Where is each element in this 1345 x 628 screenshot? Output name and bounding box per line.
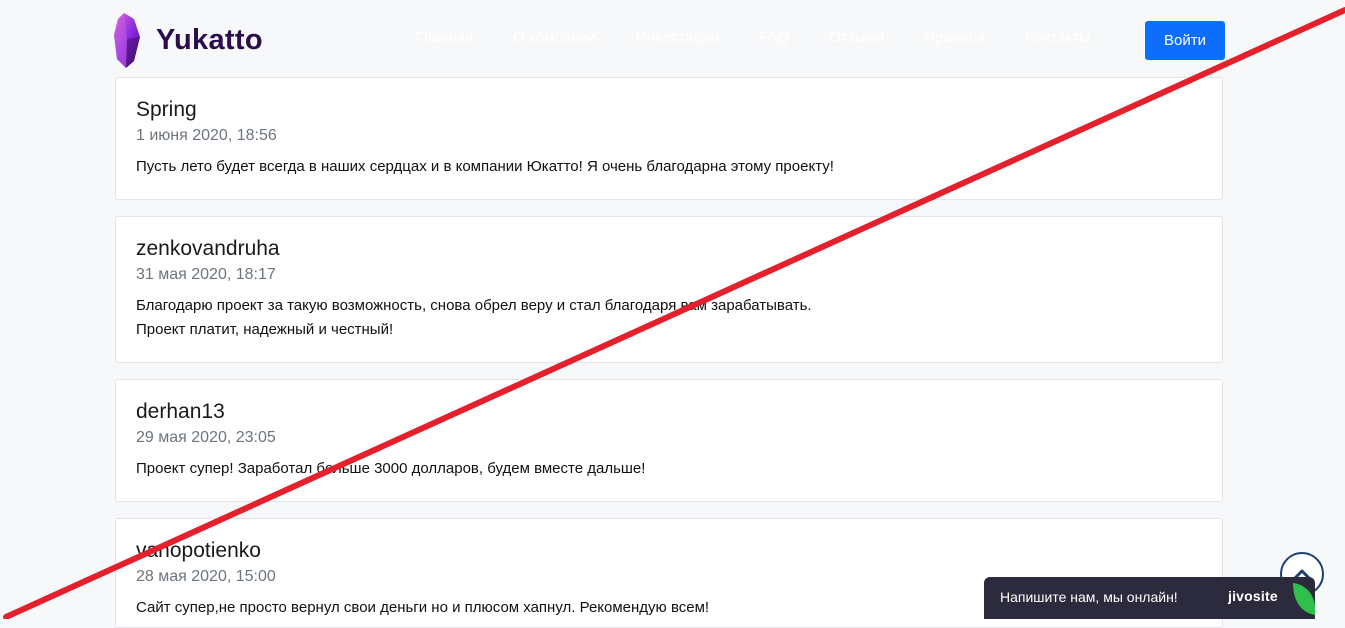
review-card: Spring 1 июня 2020, 18:56 Пусть лето буд… [115,77,1223,200]
nav-link-contacts[interactable]: Контакты [1025,28,1090,48]
logo[interactable]: Yukatto [112,10,263,70]
review-text-line: Пусть лето будет всегда в наших сердцах … [136,158,834,175]
nav-link-investments[interactable]: Инвестиции [636,28,719,48]
main-nav: Главная О компании Инвестиции FAQ Отзывы… [400,28,1130,48]
review-card: derhan13 29 мая 2020, 23:05 Проект супер… [115,379,1223,502]
crystal-logo-icon [114,13,140,68]
review-text: Благодарю проект за такую возможность, с… [136,294,1202,342]
review-author: derhan13 [136,400,225,423]
chat-brand-logo: jivosite [1228,588,1278,604]
review-text: Пусть лето будет всегда в наших сердцах … [136,155,1202,179]
review-author: zenkovandruha [136,237,280,260]
review-author: Spring [136,98,197,121]
nav-link-faq[interactable]: FAQ [759,28,789,48]
login-button[interactable]: Войти [1145,21,1225,60]
chat-label: Напишите нам, мы онлайн! [1000,589,1178,605]
review-text: Проект супер! Заработал больше 3000 долл… [136,457,1202,481]
chat-widget[interactable]: Напишите нам, мы онлайн! jivosite [984,577,1315,619]
site-header: Yukatto Главная О компании Инвестиции FA… [0,0,1345,78]
nav-link-about[interactable]: О компании [513,28,596,48]
nav-link-home[interactable]: Главная [416,28,473,48]
review-text-line: Проект супер! Заработал больше 3000 долл… [136,460,646,477]
review-date: 29 мая 2020, 23:05 [136,429,276,446]
nav-link-rules[interactable]: Правила [924,28,985,48]
green-leaf-icon [1293,583,1315,615]
review-card: zenkovandruha 31 мая 2020, 18:17 Благода… [115,216,1223,363]
review-text-line: Проект платит, надежный и честный! [136,321,394,338]
review-date: 1 июня 2020, 18:56 [136,127,277,144]
review-text-line: Благодарю проект за такую возможность, с… [136,297,812,314]
logo-text: Yukatto [156,23,263,56]
review-date: 31 мая 2020, 18:17 [136,266,276,283]
review-author: vanopotienko [136,539,261,562]
nav-link-reviews[interactable]: Отзывы [829,28,884,48]
